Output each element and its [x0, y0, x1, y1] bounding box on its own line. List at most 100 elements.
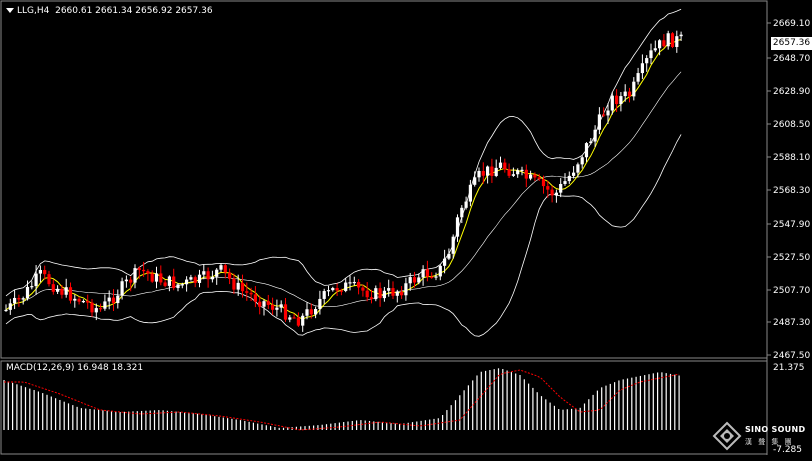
- candle: [271, 297, 275, 315]
- candle: [215, 268, 219, 285]
- candle: [43, 265, 47, 280]
- candle: [301, 313, 305, 332]
- candle: [400, 285, 404, 299]
- candle: [507, 163, 511, 178]
- price-axis-tick-label: 2628.90: [773, 87, 810, 97]
- candle: [498, 156, 503, 170]
- candle: [511, 167, 515, 177]
- candle: [567, 171, 571, 184]
- candle: [279, 300, 283, 313]
- candle: [326, 285, 331, 297]
- candle: [615, 89, 619, 112]
- candle: [378, 282, 382, 307]
- candle: [597, 107, 601, 135]
- candle: [38, 265, 42, 283]
- candle: [283, 298, 288, 322]
- candle: [159, 265, 163, 286]
- moving-average-line: [5, 39, 682, 320]
- candle: [417, 273, 421, 285]
- candle: [352, 276, 356, 286]
- candle: [584, 142, 589, 162]
- candle: [219, 263, 223, 273]
- candle: [314, 306, 318, 319]
- candle: [8, 298, 12, 315]
- candle: [73, 294, 77, 308]
- candle: [649, 43, 653, 65]
- candle: [185, 276, 189, 292]
- candle: [486, 165, 490, 184]
- sino-sound-logo-icon: [712, 421, 742, 451]
- candle: [632, 77, 636, 101]
- candle: [550, 185, 554, 203]
- candle: [430, 272, 434, 279]
- chart-area[interactable]: 2669.10 2648.70 2628.90 2608.50 2588.10 2568.…: [0, 0, 812, 457]
- candle: [636, 67, 640, 85]
- price-axis-tick-label: 2669.10: [773, 19, 810, 29]
- candle: [490, 158, 494, 183]
- candle: [64, 278, 68, 298]
- candle: [382, 286, 386, 302]
- candle: [516, 168, 520, 178]
- candle: [675, 30, 679, 53]
- price-axis-tick-label: 2487.30: [773, 318, 810, 328]
- candle: [275, 299, 279, 317]
- candle: [99, 303, 103, 312]
- candle: [13, 289, 17, 310]
- watermark-line2: 漢 聲 集 團: [745, 438, 794, 446]
- candle: [580, 155, 584, 169]
- candle: [133, 264, 137, 289]
- candle: [666, 30, 670, 50]
- candle: [124, 275, 128, 288]
- watermark-line1: SINO SOUND: [745, 425, 806, 434]
- candle: [572, 166, 576, 179]
- candle: [68, 282, 73, 304]
- candle: [627, 87, 632, 103]
- candle: [365, 282, 369, 302]
- bollinger-middle: [5, 71, 682, 311]
- candle: [361, 284, 365, 297]
- candle: [150, 270, 154, 283]
- candle: [554, 189, 558, 203]
- macd-signal-line: [4, 369, 680, 431]
- price-axis-labels: 2669.10 2648.70 2628.90 2608.50 2588.10 2568.…: [767, 19, 810, 361]
- candle: [404, 277, 408, 301]
- candle: [77, 296, 81, 305]
- current-price-tag: 2657.36: [771, 37, 812, 50]
- candle: [653, 40, 657, 53]
- candle: [172, 268, 176, 291]
- candle: [228, 268, 232, 285]
- macd-axis-top-label: 21.375: [773, 363, 805, 373]
- price-axis-tick-label: 2608.50: [773, 120, 810, 130]
- candle: [176, 282, 180, 292]
- chart-header: LLG,H4 2660.61 2661.34 2656.92 2657.36: [6, 6, 213, 16]
- candle: [602, 107, 606, 118]
- candle: [357, 279, 361, 295]
- candle: [30, 281, 34, 290]
- candle: [455, 214, 460, 242]
- candle: [4, 304, 8, 312]
- candle: [473, 171, 477, 187]
- candle: [662, 34, 666, 48]
- candle: [464, 196, 468, 210]
- candle: [335, 283, 339, 296]
- price-axis-tick-label: 2588.10: [773, 153, 810, 163]
- macd-histogram: [3, 368, 680, 430]
- candle: [344, 278, 348, 293]
- candle: [154, 266, 159, 289]
- candlestick-series: [4, 30, 683, 332]
- candle: [51, 279, 55, 295]
- candle: [116, 289, 120, 309]
- dropdown-triangle-icon[interactable]: [6, 8, 14, 13]
- candle: [576, 162, 580, 178]
- macd-indicator-label: MACD(12,26,9) 16.948 18.321: [6, 363, 144, 373]
- price-axis-tick-label: 2568.30: [773, 186, 810, 196]
- candle: [90, 299, 94, 317]
- candle: [197, 269, 202, 288]
- candle: [288, 315, 292, 323]
- candle: [425, 260, 429, 282]
- candle: [111, 289, 116, 311]
- candle: [670, 32, 675, 49]
- candle: [47, 270, 51, 287]
- candle: [559, 178, 563, 198]
- price-axis-tick-label: 2527.50: [773, 253, 810, 263]
